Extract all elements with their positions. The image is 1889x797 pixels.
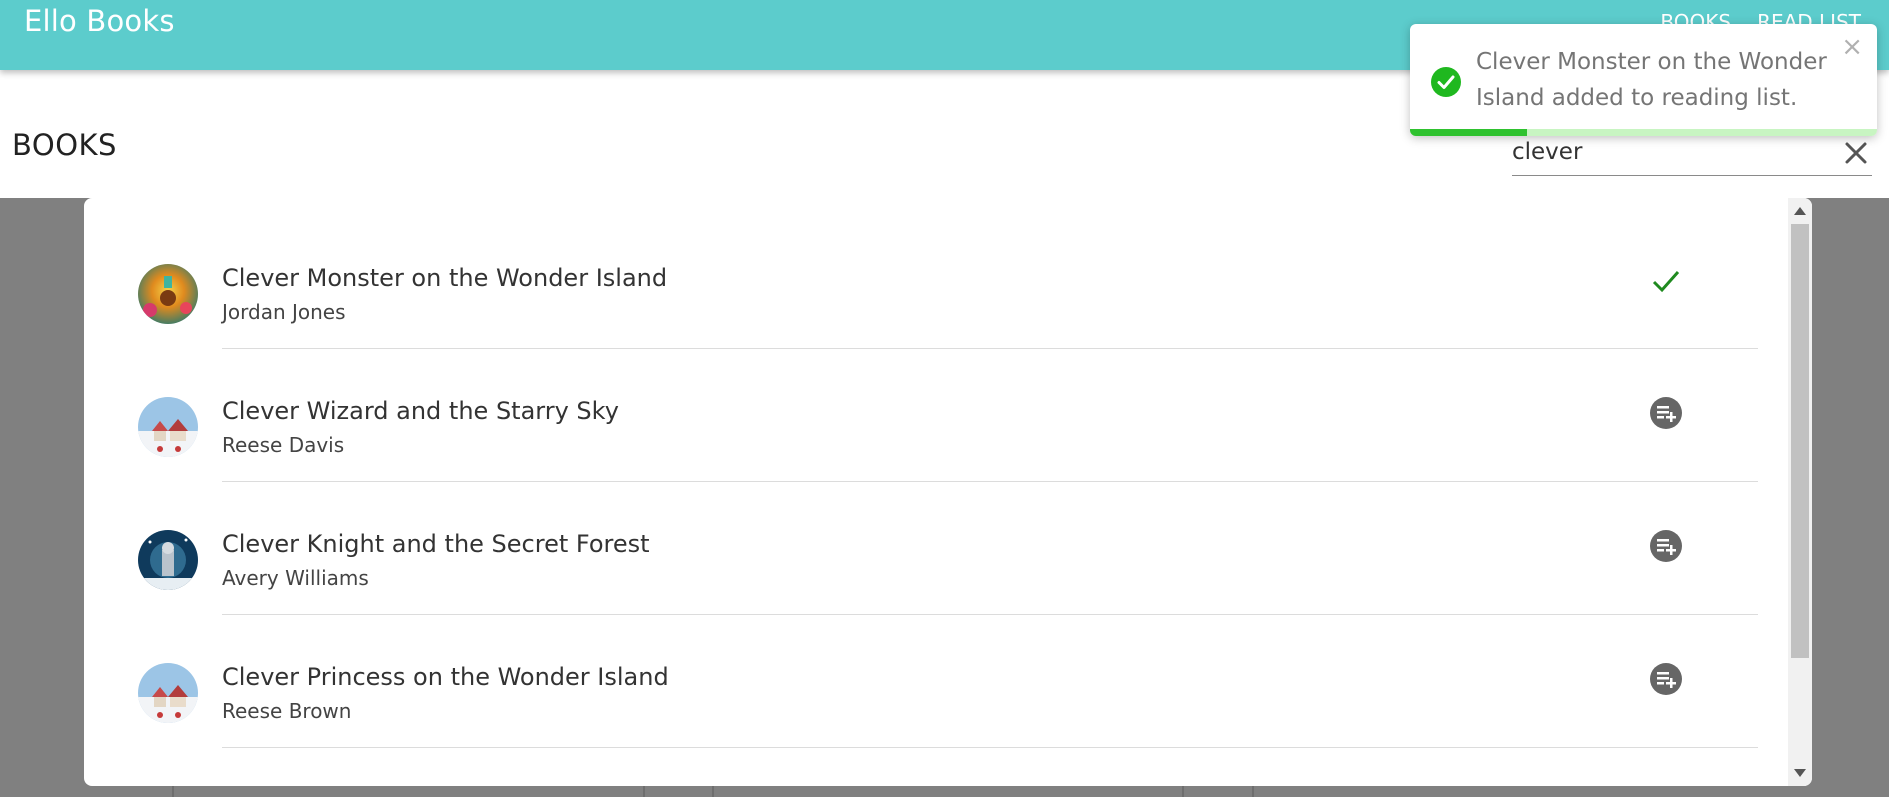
search-input[interactable]: [1512, 137, 1832, 167]
scrollbar[interactable]: [1788, 198, 1812, 786]
check-circle-icon: [1431, 67, 1461, 97]
toast-progress-track: [1410, 129, 1877, 136]
book-cover-avatar: [138, 663, 198, 723]
list-item[interactable]: Clever Monster on the Wonder Island Jord…: [84, 198, 1788, 349]
list-item[interactable]: Clever Wizard and the Starry Sky Reese D…: [84, 331, 1788, 482]
toast-message: Clever Monster on the Wonder Island adde…: [1476, 49, 1827, 111]
book-cover-avatar: [138, 530, 198, 590]
page-title: BOOKS: [12, 128, 117, 162]
search-field: [1512, 133, 1872, 176]
scroll-thumb[interactable]: [1791, 224, 1809, 658]
app-title[interactable]: Ello Books: [24, 4, 175, 38]
book-title: Clever Princess on the Wonder Island: [222, 663, 669, 691]
book-title: Clever Knight and the Secret Forest: [222, 530, 650, 558]
playlist-add-icon[interactable]: [1649, 529, 1683, 563]
book-author: Reese Davis: [222, 433, 345, 457]
book-cover-avatar: [138, 264, 198, 324]
playlist-add-icon[interactable]: [1649, 662, 1683, 696]
book-title: Clever Monster on the Wonder Island: [222, 264, 668, 292]
toast-notification: Clever Monster on the Wonder Island adde…: [1410, 24, 1877, 136]
close-icon[interactable]: [1840, 137, 1872, 169]
toast-progress-bar: [1410, 129, 1527, 136]
book-author: Avery Williams: [222, 566, 369, 590]
book-author: Jordan Jones: [222, 300, 346, 324]
list-item[interactable]: Clever Princess on the Wonder Island Ree…: [84, 597, 1788, 748]
check-icon[interactable]: [1649, 264, 1683, 298]
close-icon[interactable]: ×: [1841, 32, 1863, 62]
search-results-panel: Clever Monster on the Wonder Island Jord…: [84, 198, 1812, 786]
book-cover-avatar: [138, 397, 198, 457]
scroll-down-icon[interactable]: [1794, 769, 1806, 777]
book-author: Reese Brown: [222, 699, 352, 723]
divider: [222, 747, 1758, 748]
playlist-add-icon[interactable]: [1649, 396, 1683, 430]
list-item[interactable]: Clever Knight and the Secret Forest Aver…: [84, 464, 1788, 615]
book-title: Clever Wizard and the Starry Sky: [222, 397, 619, 425]
scroll-up-icon[interactable]: [1794, 207, 1806, 215]
book-list: Clever Monster on the Wonder Island Jord…: [84, 198, 1788, 786]
